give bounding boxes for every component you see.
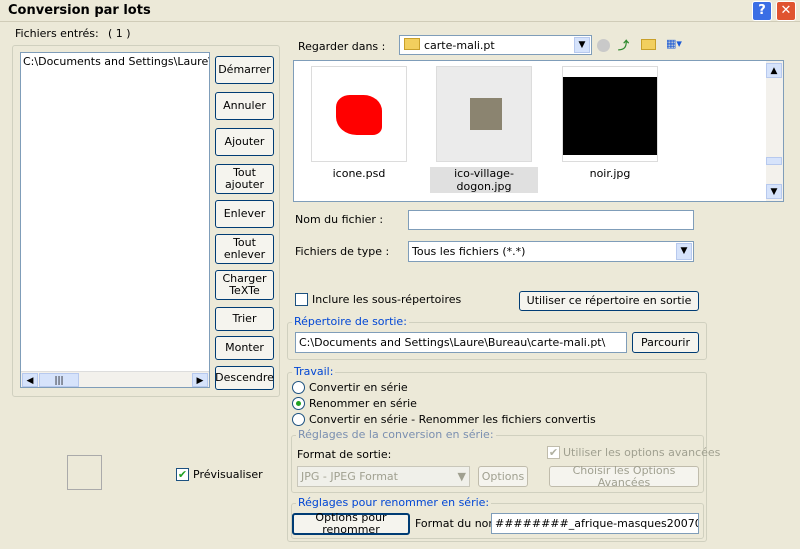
work-group-label: Travail:: [292, 365, 336, 378]
include-subdirs-label: Inclure les sous-répertoires: [312, 293, 462, 306]
thumbnail-area[interactable]: icone.psd ico-village-dogon.jpg noir.jpg…: [293, 60, 784, 202]
look-in-label: Regarder dans :: [298, 40, 386, 53]
close-icon[interactable]: ✕: [776, 1, 796, 21]
scroll-thumb[interactable]: [766, 157, 782, 165]
advanced-options-button[interactable]: Choisir les Options Avancées: [549, 464, 699, 488]
scroll-down-icon[interactable]: ▼: [766, 184, 782, 199]
folder-icon: [404, 38, 420, 50]
thumbnail-noir[interactable]: [562, 66, 658, 162]
scroll-thumb[interactable]: |||: [39, 373, 79, 387]
name-format-input[interactable]: ########_afrique-masques20070621: [491, 513, 699, 534]
add-all-button[interactable]: Tout ajouter: [215, 164, 274, 194]
format-select[interactable]: JPG - JPEG Format ▼: [297, 466, 470, 487]
include-subdirs-checkbox[interactable]: [295, 293, 308, 306]
add-button[interactable]: Ajouter: [215, 128, 274, 156]
chevron-down-icon[interactable]: ▼: [458, 470, 466, 483]
radio-rename[interactable]: [292, 397, 305, 410]
look-in-select[interactable]: carte-mali.pt ▼: [399, 35, 592, 55]
red-image: [336, 95, 382, 135]
format-label: Format de sortie:: [297, 448, 392, 461]
browse-button[interactable]: Parcourir: [632, 332, 699, 353]
move-up-button[interactable]: Monter: [215, 336, 274, 360]
filename-input[interactable]: [408, 210, 694, 230]
radio-convert-rename[interactable]: [292, 413, 305, 426]
files-label: Fichiers entrés:: [15, 27, 99, 40]
output-path-input[interactable]: C:\Documents and Settings\Laure\Bureau\c…: [295, 332, 627, 353]
view-menu-icon[interactable]: ▦▾: [666, 37, 688, 51]
horizontal-scrollbar[interactable]: ◀ ||| ▶: [21, 371, 209, 387]
filetype-label: Fichiers de type :: [295, 245, 390, 258]
back-icon[interactable]: [597, 39, 610, 52]
files-list[interactable]: C:\Documents and Settings\Laure\Bu ◀ |||…: [20, 52, 210, 388]
remove-button[interactable]: Enlever: [215, 200, 274, 228]
advanced-checkbox[interactable]: ✔: [547, 446, 560, 459]
use-dir-button[interactable]: Utiliser ce répertoire en sortie: [519, 291, 699, 311]
new-folder-icon[interactable]: [641, 39, 656, 50]
filetype-value: Tous les fichiers (*.*): [412, 245, 526, 258]
conversion-options-button[interactable]: Options: [478, 466, 528, 487]
filename-label: Nom du fichier :: [295, 213, 384, 226]
window-title: Conversion par lots: [8, 3, 151, 18]
start-button[interactable]: Démarrer: [215, 56, 274, 84]
advanced-label: Utiliser les options avancées: [563, 446, 721, 459]
chevron-down-icon[interactable]: ▼: [676, 243, 692, 260]
thumbnail-label: noir.jpg: [589, 167, 631, 180]
conversion-group-label: Réglages de la conversion en série:: [296, 428, 496, 441]
scroll-left-icon[interactable]: ◀: [22, 373, 38, 387]
load-text-button[interactable]: Charger TeXTe: [215, 270, 274, 300]
thumbnail-label: icone.psd: [332, 167, 386, 180]
output-group-label: Répertoire de sortie:: [292, 315, 409, 328]
preview-checkbox[interactable]: ✔: [176, 468, 189, 481]
cancel-button[interactable]: Annuler: [215, 92, 274, 120]
village-image: [470, 98, 502, 130]
sort-button[interactable]: Trier: [215, 307, 274, 331]
scroll-up-icon[interactable]: ▲: [766, 63, 782, 78]
thumbnail-village[interactable]: [436, 66, 532, 162]
radio-convert-label: Convertir en série: [309, 381, 408, 394]
filetype-select[interactable]: Tous les fichiers (*.*) ▼: [408, 241, 694, 262]
radio-convert-rename-label: Convertir en série - Renommer les fichie…: [309, 413, 596, 426]
rename-group-label: Réglages pour renommer en série:: [296, 496, 492, 509]
chevron-down-icon[interactable]: ▼: [574, 37, 590, 53]
name-format-label: Format du nom:: [415, 517, 503, 530]
rename-options-button[interactable]: Options pour renommer: [292, 512, 410, 536]
scroll-right-icon[interactable]: ▶: [192, 373, 208, 387]
thumbnail-icone[interactable]: [311, 66, 407, 162]
radio-rename-label: Renommer en série: [309, 397, 417, 410]
format-value: JPG - JPEG Format: [301, 470, 398, 483]
remove-all-button[interactable]: Tout enlever: [215, 234, 274, 264]
preview-label: Prévisualiser: [193, 468, 263, 481]
look-in-value: carte-mali.pt: [424, 39, 495, 52]
preview-box: [67, 455, 102, 490]
files-count: ( 1 ): [108, 27, 131, 40]
up-folder-icon[interactable]: ⤴: [618, 37, 629, 53]
move-down-button[interactable]: Descendre: [215, 366, 274, 390]
help-icon[interactable]: ?: [752, 1, 772, 21]
radio-convert[interactable]: [292, 381, 305, 394]
black-image: [563, 77, 657, 155]
vertical-scrollbar[interactable]: ▲ ▼: [766, 61, 783, 201]
list-item[interactable]: C:\Documents and Settings\Laure\Bu: [21, 53, 209, 70]
thumbnail-label-selected: ico-village-dogon.jpg: [430, 167, 538, 193]
